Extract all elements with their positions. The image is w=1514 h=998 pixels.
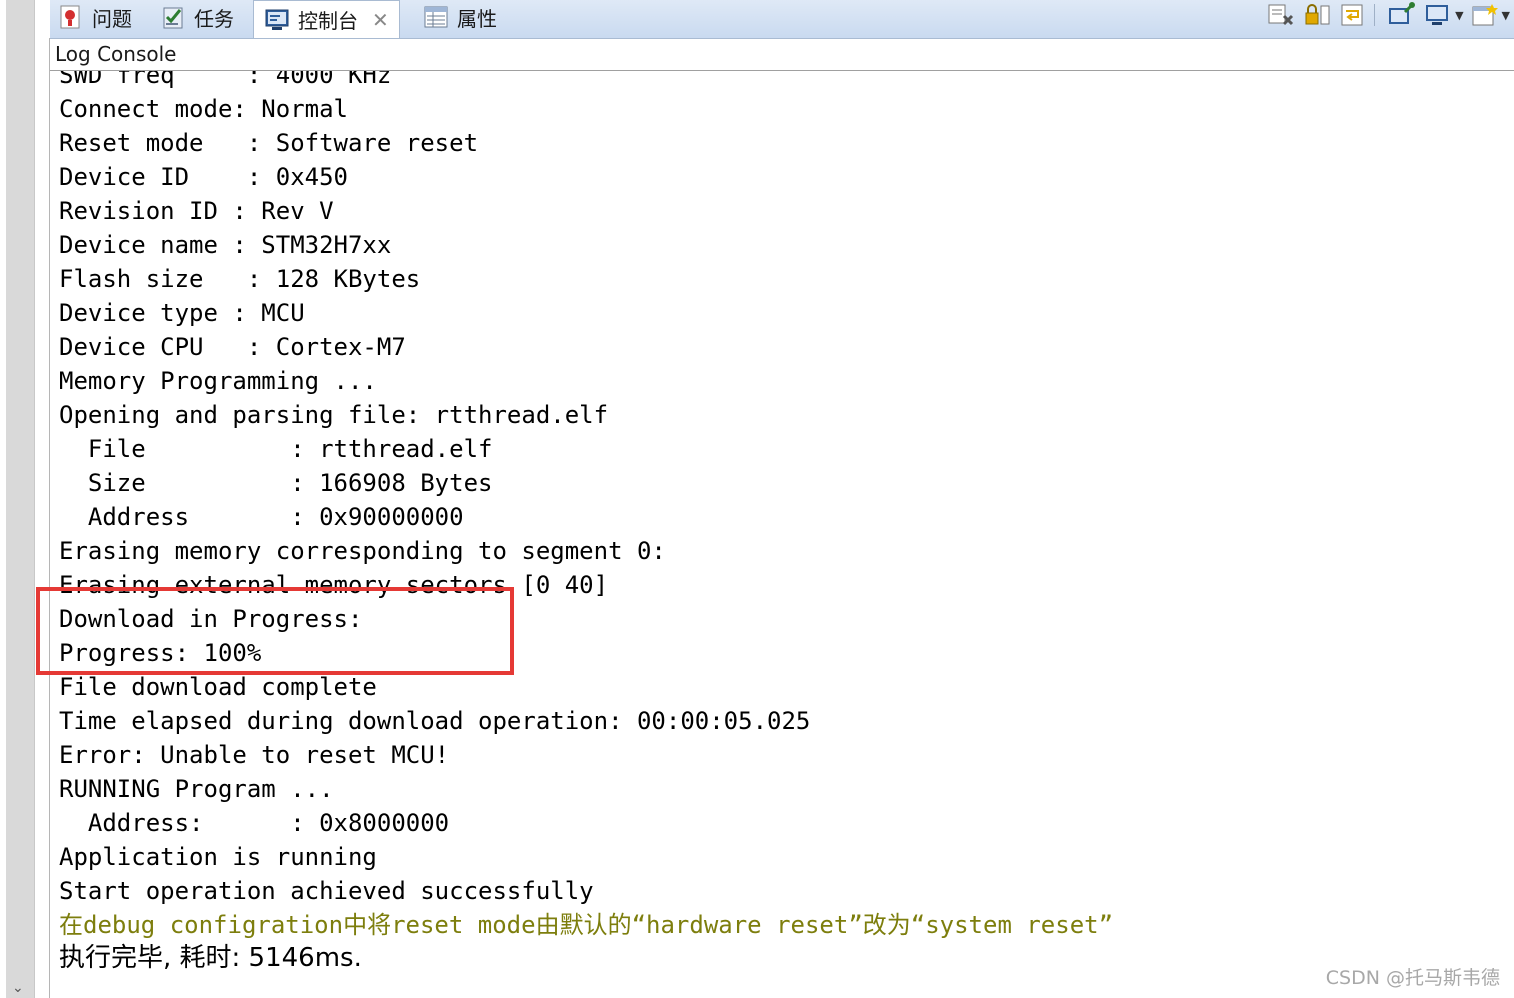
console-line: Device type : MCU	[59, 299, 305, 327]
console-line: Connect mode: Normal	[59, 95, 348, 123]
new-console-icon[interactable]	[1470, 2, 1500, 28]
console-line: Address : 0x90000000	[59, 503, 464, 531]
console-icon	[264, 7, 290, 33]
display-console-icon[interactable]	[1423, 2, 1453, 28]
console-line: Flash size : 128 KBytes	[59, 265, 421, 293]
scroll-lock-icon[interactable]	[1302, 2, 1332, 28]
console-line: Revision ID : Rev V	[59, 197, 334, 225]
console-line: Memory Programming ...	[59, 367, 377, 395]
console-line: Device ID : 0x450	[59, 163, 348, 191]
problems-icon	[58, 4, 84, 30]
console-line: Error: Unable to reset MCU!	[59, 741, 450, 769]
tab-problems[interactable]: 问题	[58, 0, 132, 34]
console-finish-line: 执行完毕, 耗时: 5146ms.	[59, 943, 362, 973]
console-line: Size : 166908 Bytes	[59, 469, 493, 497]
properties-icon	[423, 4, 449, 30]
tab-tasks-label: 任务	[194, 6, 234, 31]
tab-problems-label: 问题	[92, 6, 132, 31]
close-icon[interactable]: ✕	[372, 8, 389, 32]
console-line: File : rtthread.elf	[59, 435, 493, 463]
tab-properties[interactable]: 属性	[423, 0, 497, 34]
chevron-down-icon[interactable]: ⌄	[12, 980, 24, 996]
console-line: Erasing memory corresponding to segment …	[59, 537, 666, 565]
display-console-dropdown-icon[interactable]: ▼	[1455, 9, 1463, 22]
console-line: Start operation achieved successfully	[59, 877, 594, 905]
tab-console[interactable]: 控制台 ✕	[253, 0, 400, 38]
console-line: Time elapsed during download operation: …	[59, 707, 811, 735]
console-title: Log Console	[55, 42, 177, 66]
console-line: File download complete	[59, 673, 377, 701]
console-line: Address: : 0x8000000	[59, 809, 450, 837]
tab-console-label: 控制台	[298, 9, 358, 33]
console-line: Device CPU : Cortex-M7	[59, 333, 406, 361]
pin-console-icon[interactable]	[1387, 2, 1417, 28]
left-panel-scrollbar[interactable]: ⌄	[6, 0, 35, 998]
console-line: Device name : STM32H7xx	[59, 231, 392, 259]
tab-properties-label: 属性	[457, 6, 497, 31]
console-line: Opening and parsing file: rtthread.elf	[59, 401, 609, 429]
clear-console-icon[interactable]	[1266, 2, 1296, 28]
console-line: RUNNING Program ...	[59, 775, 334, 803]
progress-highlight-box	[36, 587, 514, 675]
new-console-dropdown-icon[interactable]: ▼	[1502, 9, 1510, 22]
console-note-line: 在debug configration中将reset mode由默认的“hard…	[59, 911, 1114, 939]
view-tab-bar: 问题 任务 控制台 ✕ 属性 ▼ ▼	[50, 0, 1514, 39]
console-line: Reset mode : Software reset	[59, 129, 479, 157]
console-output[interactable]: SWD freq : 4000 KHz Connect mode: Normal…	[50, 71, 1514, 998]
console-line: SWD freq : 4000 KHz	[59, 71, 392, 89]
tasks-icon	[160, 4, 186, 30]
panel-gap	[35, 0, 49, 998]
toolbar-separator	[1374, 4, 1376, 26]
watermark: CSDN @托马斯韦德	[1325, 967, 1500, 989]
word-wrap-icon[interactable]	[1338, 2, 1368, 28]
console-toolbar: ▼ ▼	[1260, 0, 1514, 30]
tab-tasks[interactable]: 任务	[160, 0, 234, 34]
console-line: Application is running	[59, 843, 377, 871]
